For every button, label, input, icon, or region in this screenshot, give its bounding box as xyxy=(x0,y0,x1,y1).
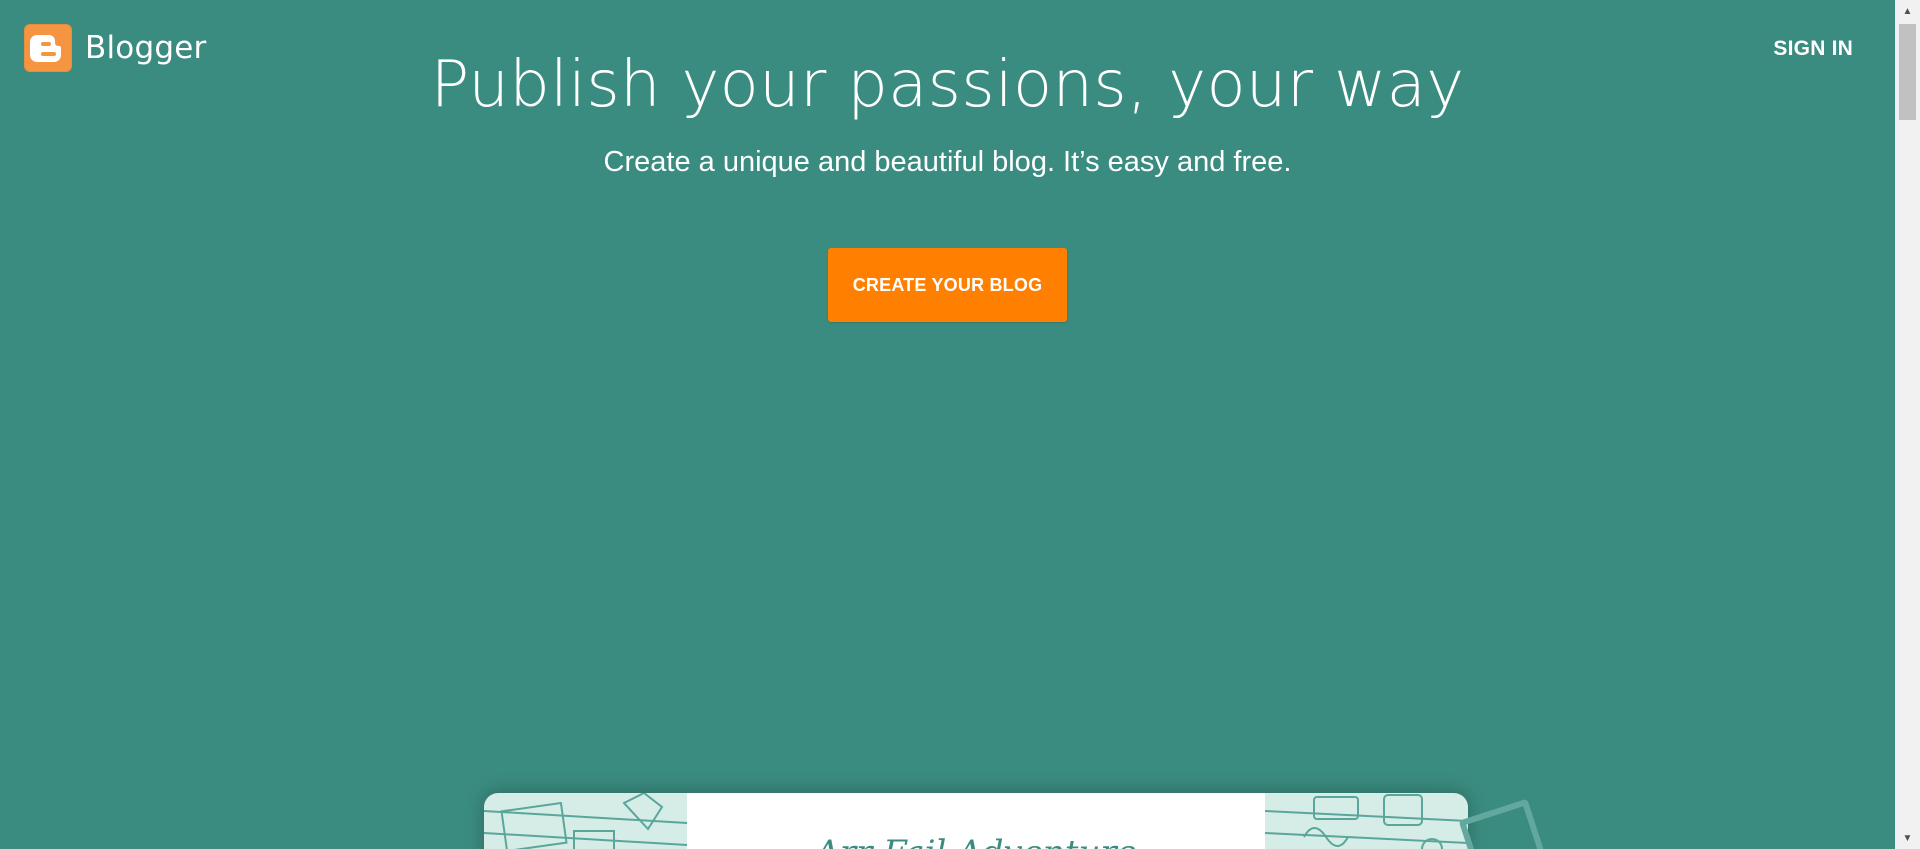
hero-subheadline: Create a unique and beautiful blog. It’s… xyxy=(603,146,1292,178)
scrollbar-thumb[interactable] xyxy=(1899,24,1916,120)
blog-preview-card: Arr Fail Adventure xyxy=(484,793,1468,849)
vertical-scrollbar[interactable]: ▲ ▼ xyxy=(1895,0,1920,849)
hero-headline: Publish your passions, your way xyxy=(430,48,1465,122)
create-blog-button[interactable]: CREATE YOUR BLOG xyxy=(828,248,1067,322)
blog-preview-page: Arr Fail Adventure xyxy=(687,793,1265,849)
scroll-up-arrow-icon[interactable]: ▲ xyxy=(1895,0,1920,22)
scroll-down-arrow-icon[interactable]: ▼ xyxy=(1895,827,1920,849)
page: Blogger SIGN IN Publish your passions, y… xyxy=(0,0,1920,849)
blog-preview-title: Arr Fail Adventure xyxy=(687,833,1265,849)
landing-hero: Blogger SIGN IN Publish your passions, y… xyxy=(0,0,1895,849)
decorative-frame xyxy=(1458,798,1550,849)
